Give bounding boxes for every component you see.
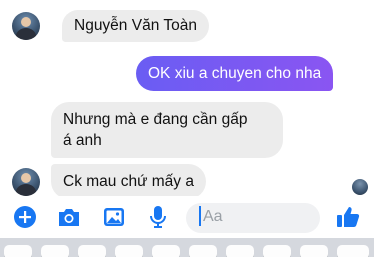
keyboard-key[interactable]: [189, 245, 217, 257]
keyboard-key[interactable]: [4, 245, 32, 257]
keyboard-key[interactable]: [115, 245, 143, 257]
incoming-message-line: Nhưng mà e đang cần gấp: [63, 111, 248, 128]
keyboard-key[interactable]: [263, 245, 291, 257]
keyboard-key[interactable]: [226, 245, 254, 257]
chat-thread: Nguyễn Văn Toàn OK xiu a chuyen cho nha …: [0, 0, 374, 196]
keyboard: [0, 238, 374, 257]
contact-name-bubble: Nguyễn Văn Toàn: [62, 10, 209, 42]
keyboard-key[interactable]: [152, 245, 180, 257]
message-input-placeholder: Aa: [203, 208, 223, 225]
keyboard-key[interactable]: [300, 245, 328, 257]
microphone-icon[interactable]: [146, 205, 170, 229]
outgoing-message[interactable]: OK xiu a chuyen cho nha: [136, 56, 334, 91]
incoming-message-line: á anh: [63, 132, 102, 149]
camera-icon[interactable]: [57, 205, 81, 229]
keyboard-key[interactable]: [337, 245, 369, 257]
contact-avatar[interactable]: [12, 168, 40, 196]
incoming-message[interactable]: Ck mau chứ mấy a: [51, 164, 206, 196]
keyboard-key[interactable]: [41, 245, 69, 257]
text-caret: [199, 206, 201, 226]
incoming-message[interactable]: Nhưng mà e đang cần gấp á anh: [51, 102, 283, 158]
image-icon[interactable]: [102, 205, 126, 229]
contact-avatar[interactable]: [12, 12, 40, 40]
thumbs-up-icon[interactable]: [336, 205, 360, 229]
seen-indicator-avatar: [352, 179, 368, 195]
keyboard-key[interactable]: [78, 245, 106, 257]
plus-icon[interactable]: [13, 205, 37, 229]
